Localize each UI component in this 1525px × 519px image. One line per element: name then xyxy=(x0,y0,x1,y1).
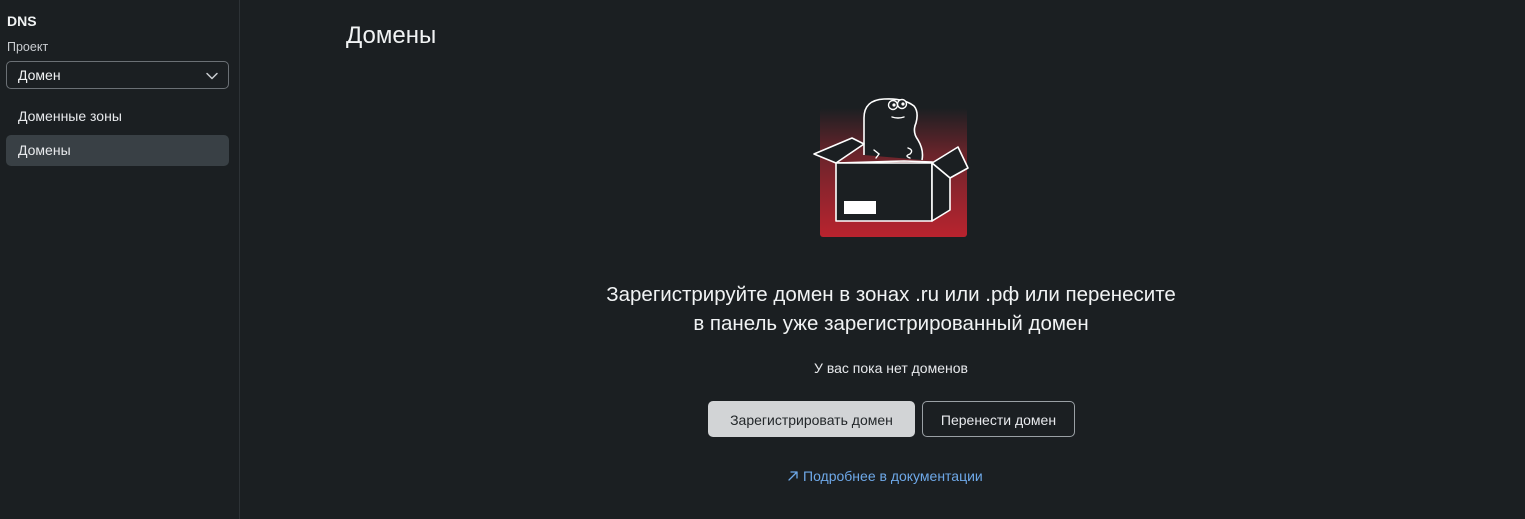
sidebar-item-label: Домены xyxy=(18,142,71,158)
sidebar-item-label: Доменные зоны xyxy=(18,108,122,124)
sidebar-item-domains[interactable]: Домены xyxy=(6,135,229,166)
page-title: Домены xyxy=(346,22,437,49)
project-select[interactable]: Домен xyxy=(6,61,229,89)
sidebar: DNS Проект Домен Доменные зоны Домены xyxy=(0,0,240,519)
project-select-value: Домен xyxy=(18,67,61,83)
sidebar-title: DNS xyxy=(7,13,37,29)
headline-line-1: Зарегистрируйте домен в зонах .ru или .р… xyxy=(606,283,1176,306)
headline-line-2: в панель уже зарегистрированный домен xyxy=(693,312,1089,335)
chevron-down-icon xyxy=(206,72,218,80)
empty-state-headline: Зарегистрируйте домен в зонах .ru или .р… xyxy=(541,280,1241,338)
external-arrow-icon xyxy=(788,471,798,481)
empty-state-subtext: У вас пока нет доменов xyxy=(814,360,968,376)
project-label: Проект xyxy=(7,40,49,54)
sidebar-item-domain-zones[interactable]: Доменные зоны xyxy=(6,101,229,132)
transfer-domain-button[interactable]: Перенести домен xyxy=(922,401,1075,437)
documentation-link-label: Подробнее в документации xyxy=(803,468,983,484)
documentation-link[interactable]: Подробнее в документации xyxy=(787,468,983,484)
dino-box-illustration xyxy=(813,98,969,237)
register-domain-button[interactable]: Зарегистрировать домен xyxy=(708,401,915,437)
